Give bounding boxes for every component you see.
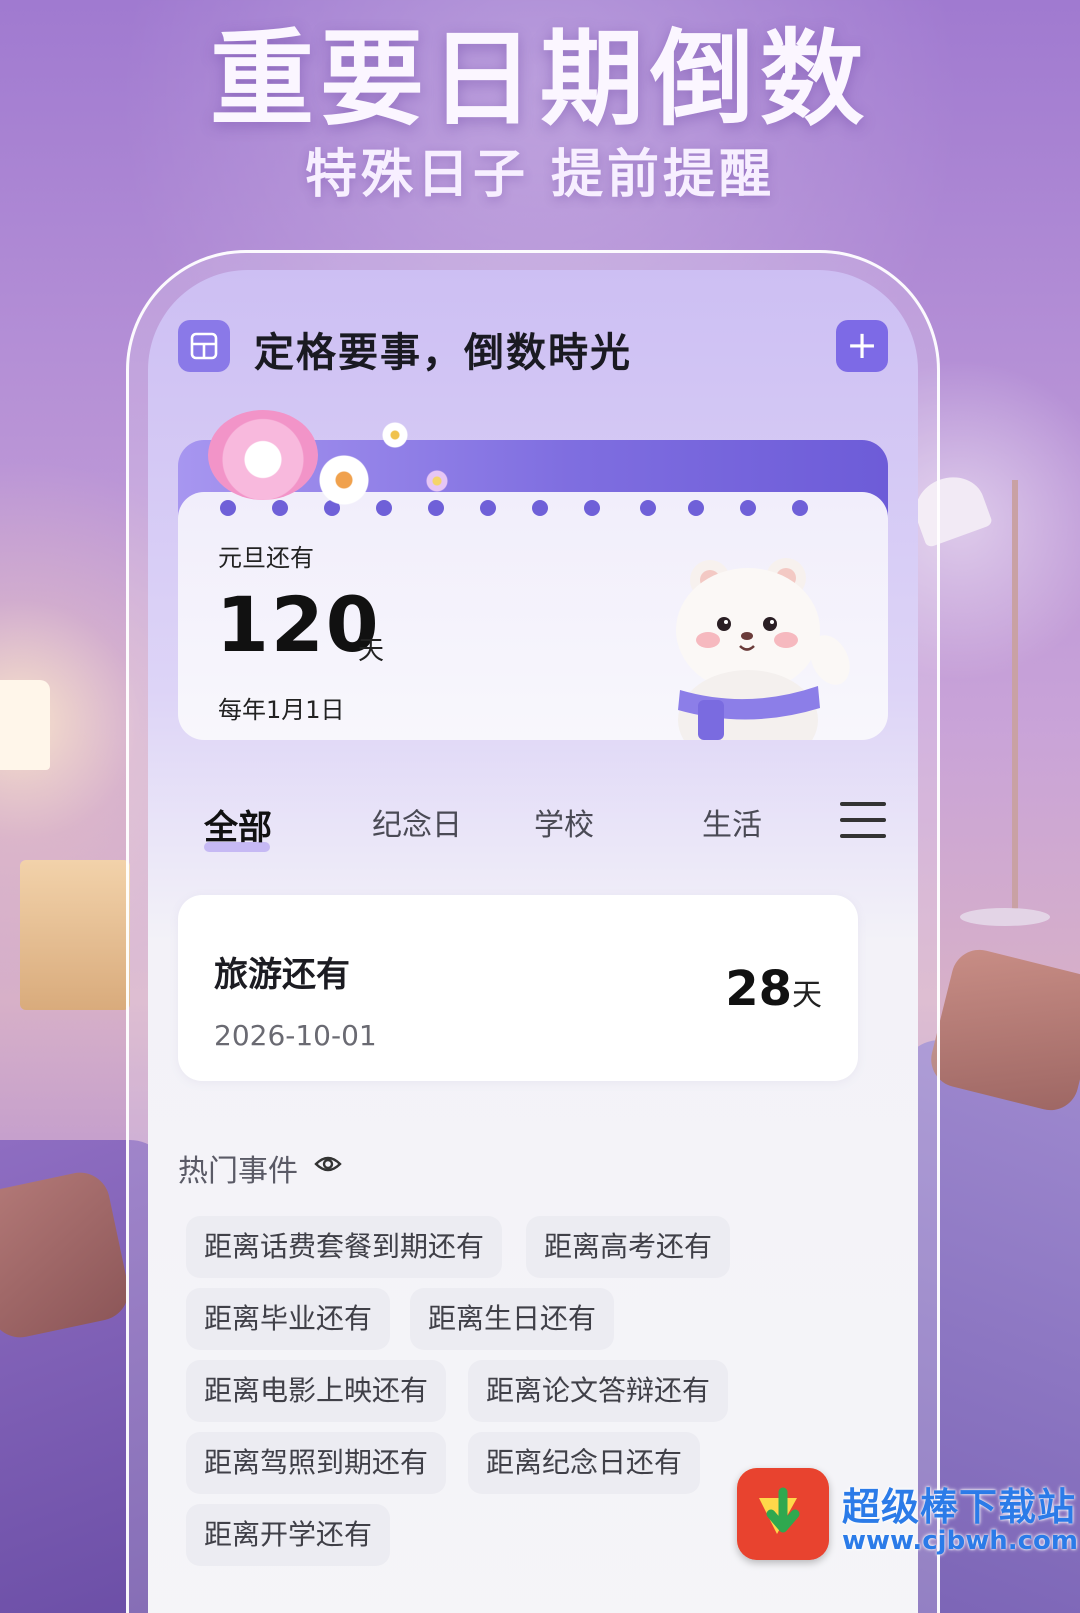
ring-decoration <box>640 500 656 516</box>
hot-event-chip[interactable]: 距离纪念日还有 <box>468 1432 701 1494</box>
floor-lamp-decoration <box>1012 480 1018 920</box>
watermark-title: 超级棒下载站 <box>842 1485 1077 1529</box>
event-days-number: 28 <box>725 961 792 1017</box>
flower-decoration <box>208 410 318 500</box>
event-days-unit: 天 <box>792 978 822 1013</box>
hot-event-chip[interactable]: 距离毕业还有 <box>186 1288 391 1350</box>
hot-event-chip[interactable]: 距离驾照到期还有 <box>186 1432 447 1494</box>
ring-decoration <box>584 500 600 516</box>
ring-decoration <box>428 500 444 516</box>
layout-menu-button[interactable] <box>178 320 230 372</box>
cabinet-decoration <box>20 860 130 1010</box>
hot-event-chip[interactable]: 距离生日还有 <box>410 1288 615 1350</box>
ring-decoration <box>740 500 756 516</box>
hot-events-title: 热门事件 <box>178 1154 298 1189</box>
bear-mascot-icon <box>676 558 850 740</box>
flower-decoration <box>318 454 370 506</box>
eye-icon[interactable] <box>314 1154 342 1174</box>
event-card[interactable]: 旅游还有 2026-10-01 28天 <box>178 895 858 1081</box>
app-screen: 定格要事，倒数時光 + 元旦还有 120 天 每年1月1日 全部 纪念日 学校 … <box>148 270 918 1613</box>
hot-event-chip[interactable]: 距离开学还有 <box>186 1504 391 1566</box>
event-date: 2026-10-01 <box>214 1019 377 1052</box>
tab-anniversary[interactable]: 纪念日 <box>372 800 462 844</box>
event-title: 旅游还有 <box>214 955 350 995</box>
ring-decoration <box>792 500 808 516</box>
lamp-decoration <box>0 680 50 770</box>
promo-subline: 特殊日子 提前提醒 <box>304 145 776 205</box>
hero-days-unit: 天 <box>358 636 385 666</box>
flower-decoration <box>426 470 448 492</box>
watermark-url: www.cjbwh.com <box>842 1526 1078 1556</box>
hero-days-count: 120 <box>216 580 381 669</box>
promo-headline: 重要日期倒数 <box>209 18 870 140</box>
event-days-count: 28天 <box>725 961 822 1017</box>
ring-decoration <box>376 500 392 516</box>
category-tabs: 全部 纪念日 学校 生活 <box>178 782 888 862</box>
hot-event-chip[interactable]: 距离电影上映还有 <box>186 1360 447 1422</box>
tab-life[interactable]: 生活 <box>702 800 762 844</box>
ring-decoration <box>480 500 496 516</box>
hamburger-menu-icon[interactable] <box>840 802 886 842</box>
app-header: 定格要事，倒数時光 + <box>178 318 888 376</box>
hot-event-chip[interactable]: 距离话费套餐到期还有 <box>186 1216 503 1278</box>
add-event-button[interactable]: + <box>836 320 888 372</box>
ring-decoration <box>272 500 288 516</box>
hot-event-chip[interactable]: 距离高考还有 <box>526 1216 731 1278</box>
hero-event-date: 每年1月1日 <box>218 696 345 724</box>
tab-school[interactable]: 学校 <box>534 800 594 844</box>
floor-lamp-base-decoration <box>960 908 1050 926</box>
ring-decoration <box>688 500 704 516</box>
hot-event-chip[interactable]: 距离论文答辩还有 <box>468 1360 729 1422</box>
ring-decoration <box>220 500 236 516</box>
hero-countdown-card[interactable]: 元旦还有 120 天 每年1月1日 <box>178 410 888 740</box>
hero-event-label: 元旦还有 <box>218 544 314 572</box>
grid-layout-icon <box>190 332 218 360</box>
app-title: 定格要事，倒数時光 <box>254 330 632 376</box>
flower-decoration <box>382 422 408 448</box>
ring-decoration <box>532 500 548 516</box>
calendar-rings <box>220 500 820 520</box>
download-site-logo-icon <box>737 1468 829 1560</box>
tab-all[interactable]: 全部 <box>204 800 272 849</box>
